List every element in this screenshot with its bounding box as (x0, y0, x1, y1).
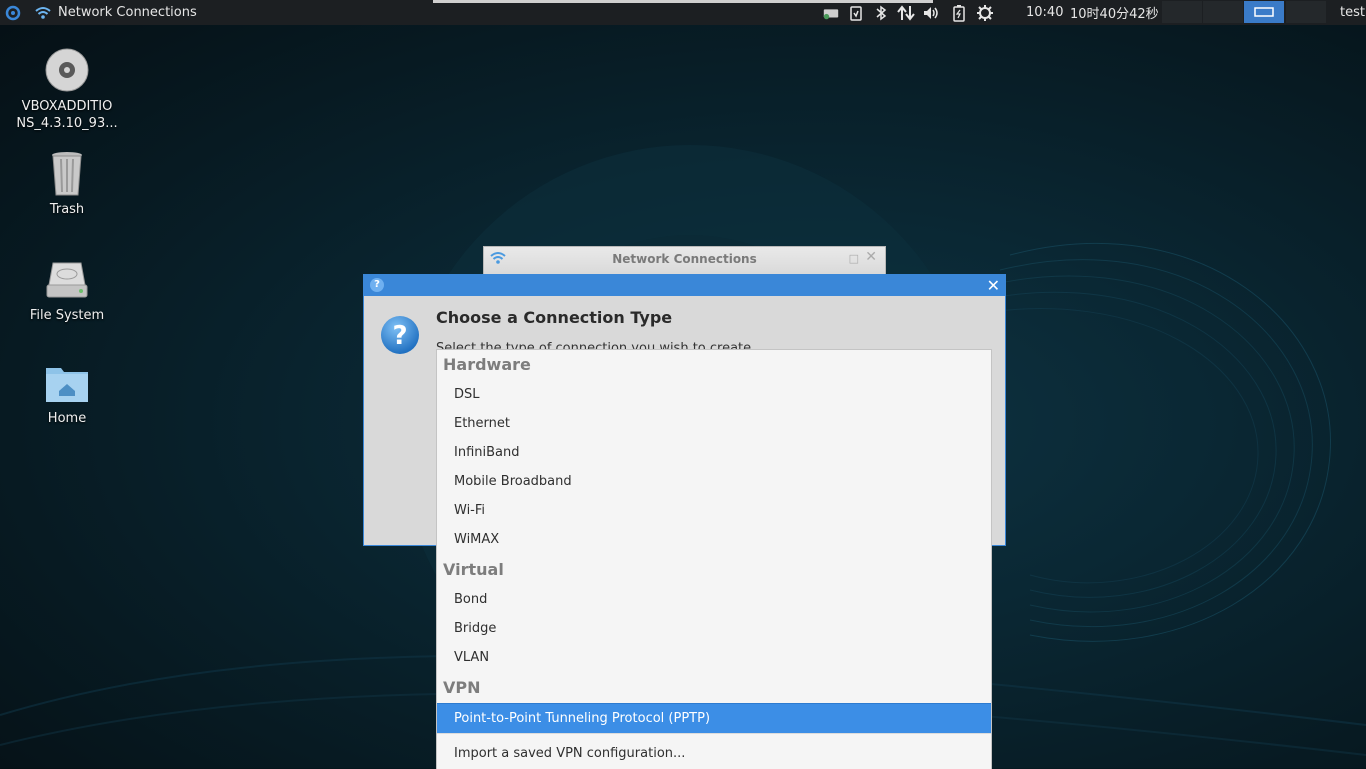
list-item-label: Bridge (454, 621, 497, 636)
list-item-label: Mobile Broadband (454, 474, 572, 489)
workspace-4[interactable] (1286, 1, 1326, 23)
battery-icon[interactable] (950, 3, 968, 22)
clipboard-icon[interactable] (847, 3, 865, 22)
list-item-bridge[interactable]: Bridge (437, 614, 991, 643)
list-item-label: Import a saved VPN configuration... (454, 746, 686, 761)
group-header-virtual: Virtual (443, 560, 504, 579)
list-item-bond[interactable]: Bond (437, 585, 991, 614)
close-button[interactable]: ✕ (865, 249, 877, 265)
trash-icon (43, 149, 91, 197)
desktop-icon-label: File System (29, 308, 105, 323)
desktop-icon-label: NS_4.3.10_93... (16, 116, 118, 131)
desktop-icon-label: Trash (49, 202, 85, 217)
desktop-icon-label: VBOXADDITIO (21, 99, 113, 114)
keyboard-icon[interactable] (822, 3, 840, 22)
list-item-pptp-selected[interactable]: Point-to-Point Tunneling Protocol (PPTP) (437, 703, 991, 734)
home-folder-icon (43, 358, 91, 406)
disc-icon (43, 46, 91, 94)
window-title: Network Connections (612, 252, 757, 266)
list-item-wifi[interactable]: Wi-Fi (437, 496, 991, 525)
workspace-2[interactable] (1203, 1, 1243, 23)
list-item-mobile-broadband[interactable]: Mobile Broadband (437, 467, 991, 496)
group-header-vpn: VPN (443, 678, 481, 697)
question-icon: ? (380, 315, 420, 355)
desktop-icon-trash[interactable]: Trash (12, 149, 122, 218)
list-item-wimax[interactable]: WiMAX (437, 525, 991, 554)
list-item-label: DSL (454, 387, 480, 402)
list-item-label: VLAN (454, 650, 490, 665)
desktop-icon-file-system[interactable]: File System (12, 255, 122, 324)
clock-full[interactable]: 10时40分42秒 (1070, 0, 1159, 25)
list-item-label: Wi-Fi (454, 503, 486, 518)
list-item-dsl[interactable]: DSL (437, 380, 991, 409)
volume-icon[interactable] (922, 3, 940, 22)
list-item-label: InfiniBand (454, 445, 520, 460)
maximize-button[interactable]: □ (849, 252, 859, 265)
desktop-icon-label: Home (47, 411, 87, 426)
list-item-label: Point-to-Point Tunneling Protocol (PPTP) (454, 711, 711, 726)
help-icon: ? (370, 278, 384, 292)
list-item-import-vpn[interactable]: Import a saved VPN configuration... (437, 739, 991, 768)
list-item-label: Bond (454, 592, 488, 607)
dialog-close-button[interactable]: ✕ (987, 276, 1000, 295)
top-panel: Network Connections 10:40 10时40分42秒 test (0, 0, 1366, 25)
bluetooth-icon[interactable] (872, 3, 890, 22)
desktop-icon-vboxadditions[interactable]: VBOXADDITIO NS_4.3.10_93... (12, 46, 122, 132)
list-item-vlan[interactable]: VLAN (437, 643, 991, 672)
connection-type-list[interactable]: Hardware DSL Ethernet InfiniBand Mobile … (436, 349, 992, 769)
network-connections-window[interactable]: Network Connections □ ✕ (483, 246, 886, 277)
clock[interactable]: 10:40 (1026, 0, 1063, 25)
workspace-1[interactable] (1162, 1, 1202, 23)
list-item-ethernet[interactable]: Ethernet (437, 409, 991, 438)
network-transfer-icon[interactable] (897, 3, 915, 22)
wifi-icon (35, 0, 53, 25)
workspace-3-active[interactable] (1244, 1, 1284, 23)
dialog-titlebar[interactable]: ? ✕ (364, 275, 1005, 296)
svg-text:?: ? (392, 321, 407, 351)
list-item-label: Ethernet (454, 416, 510, 431)
dialog-heading: Choose a Connection Type (436, 308, 673, 327)
group-header-hardware: Hardware (443, 355, 531, 374)
user-name[interactable]: test (1340, 0, 1365, 25)
desktop-icon-home[interactable]: Home (12, 358, 122, 427)
active-window-title[interactable]: Network Connections (58, 0, 197, 25)
list-separator (437, 733, 991, 734)
power-settings-icon[interactable] (976, 3, 994, 22)
list-item-label: WiMAX (454, 532, 500, 547)
hard-drive-icon (43, 255, 91, 303)
app-menu-icon[interactable] (4, 0, 24, 25)
list-item-infiniband[interactable]: InfiniBand (437, 438, 991, 467)
